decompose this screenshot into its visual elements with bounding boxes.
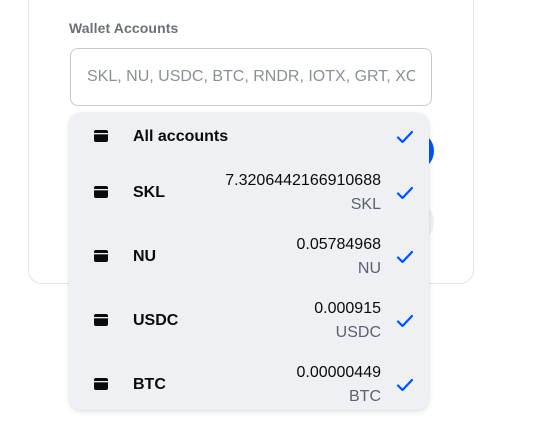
- account-balance: 0.00000449: [296, 364, 381, 381]
- wallet-accounts-input[interactable]: [70, 48, 432, 106]
- wallet-icon: [94, 250, 108, 262]
- account-currency: SKL: [350, 196, 381, 213]
- checkmark-icon: [396, 378, 414, 392]
- wallet-icon: [94, 130, 108, 142]
- page: Wallet Accounts All accounts SKL 7.32064…: [0, 0, 546, 443]
- account-balance: 0.05784968: [296, 236, 381, 253]
- account-name: BTC: [133, 376, 166, 393]
- checkmark-icon: [396, 314, 414, 328]
- option-account-usdc[interactable]: USDC 0.000915 USDC: [69, 289, 429, 353]
- account-name: SKL: [133, 184, 165, 201]
- wallet-icon: [94, 378, 108, 390]
- account-balance: 7.3206442166910688: [225, 172, 381, 189]
- checkmark-icon: [396, 250, 414, 264]
- checkmark-icon: [396, 130, 414, 144]
- account-balance: 0.000915: [314, 300, 381, 317]
- option-account-nu[interactable]: NU 0.05784968 NU: [69, 225, 429, 289]
- wallet-accounts-dropdown: All accounts SKL 7.3206442166910688 SKL: [69, 113, 429, 410]
- account-currency: BTC: [349, 388, 381, 405]
- account-currency: USDC: [335, 324, 381, 341]
- option-label: All accounts: [133, 128, 229, 145]
- option-account-btc[interactable]: BTC 0.00000449 BTC: [69, 353, 429, 410]
- checkmark-icon: [396, 186, 414, 200]
- account-currency: NU: [357, 260, 381, 277]
- wallet-icon: [94, 314, 108, 326]
- account-name: USDC: [133, 312, 179, 329]
- wallet-icon: [94, 186, 108, 198]
- option-account-skl[interactable]: SKL 7.3206442166910688 SKL: [69, 161, 429, 225]
- wallet-accounts-label: Wallet Accounts: [69, 20, 179, 36]
- account-name: NU: [133, 248, 157, 265]
- option-all-accounts[interactable]: All accounts: [69, 113, 429, 161]
